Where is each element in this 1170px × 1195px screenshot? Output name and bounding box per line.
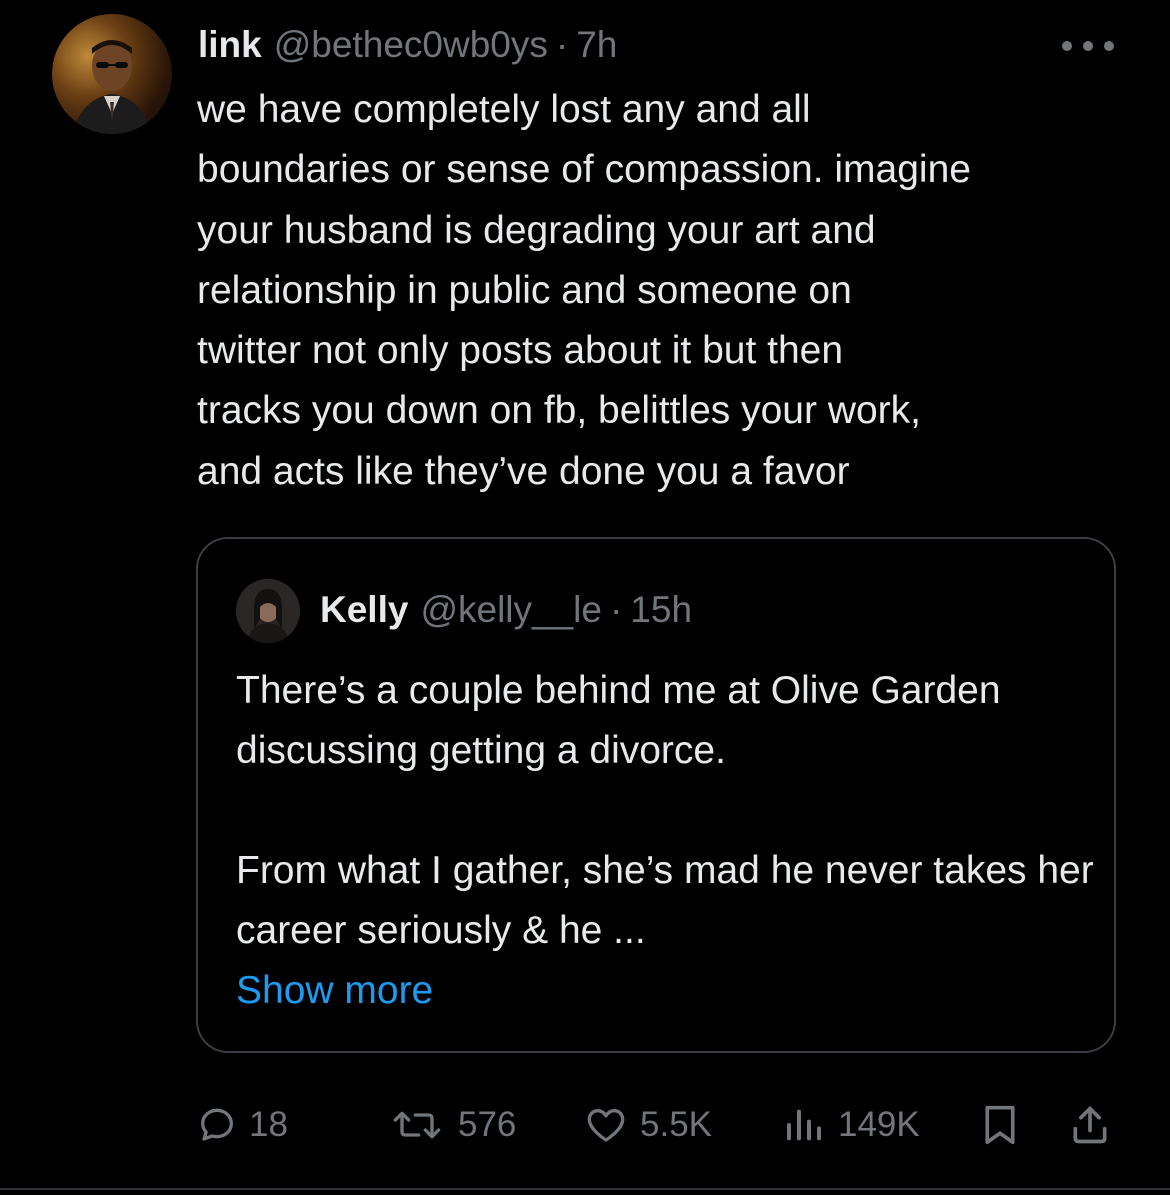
quoted-text-truncated: From what I gather, she’s mad he never t… bbox=[236, 849, 1094, 952]
more-dots-icon bbox=[1062, 41, 1072, 51]
quoted-header-separator: · bbox=[609, 589, 623, 630]
heart-icon bbox=[587, 1109, 625, 1142]
author-avatar[interactable] bbox=[52, 14, 172, 134]
tweet-divider bbox=[0, 1188, 1170, 1190]
like-count: 5.5K bbox=[640, 1105, 712, 1144]
quoted-author-handle: @kelly__le bbox=[420, 589, 602, 630]
quoted-author-name: Kelly bbox=[320, 589, 409, 630]
repost-arrows-icon bbox=[393, 1111, 441, 1139]
views-button[interactable]: 149K bbox=[782, 1090, 920, 1160]
quoted-text-paragraph: There’s a couple behind me at Olive Gard… bbox=[236, 669, 1001, 772]
quoted-author-avatar[interactable] bbox=[236, 579, 300, 643]
quoted-tweet-timestamp: 15h bbox=[630, 589, 693, 630]
tweet-text: we have completely lost any and all boun… bbox=[197, 88, 971, 493]
author-handle[interactable]: @bethec0wb0ys bbox=[274, 22, 548, 68]
share-button[interactable] bbox=[1068, 1090, 1112, 1160]
show-more-link[interactable]: Show more bbox=[236, 961, 1096, 1021]
more-dots-icon bbox=[1104, 41, 1114, 51]
quoted-tweet-text: There’s a couple behind me at Olive Gard… bbox=[236, 661, 1096, 1021]
tweet-action-bar: 18 576 5.5K 149K bbox=[0, 1090, 1170, 1160]
view-count: 149K bbox=[838, 1105, 920, 1144]
quoted-tweet-header: Kelly @kelly__le · 15h bbox=[320, 587, 692, 633]
quoted-avatar-image bbox=[236, 579, 300, 643]
tweet[interactable]: link @bethec0wb0ys · 7h we have complete… bbox=[0, 0, 1170, 1195]
more-options-button[interactable] bbox=[1062, 36, 1114, 56]
bookmark-icon bbox=[985, 1105, 1015, 1145]
quoted-text-paragraph: From what I gather, she’s mad he never t… bbox=[236, 841, 1096, 1021]
quoted-tweet[interactable]: Kelly @kelly__le · 15h There’s a couple … bbox=[196, 537, 1116, 1053]
bar-chart-icon bbox=[787, 1109, 821, 1141]
repost-count: 576 bbox=[458, 1105, 517, 1144]
author-name[interactable]: link bbox=[198, 22, 262, 68]
tweet-timestamp[interactable]: 7h bbox=[576, 22, 617, 68]
header-separator: · bbox=[555, 24, 569, 65]
avatar-portrait-image bbox=[72, 40, 152, 134]
more-dots-icon bbox=[1083, 41, 1093, 51]
repost-button[interactable]: 576 bbox=[388, 1090, 516, 1160]
reply-bubble-icon bbox=[201, 1108, 233, 1141]
like-button[interactable]: 5.5K bbox=[584, 1090, 712, 1160]
bookmark-button[interactable] bbox=[980, 1090, 1020, 1160]
reply-button[interactable]: 18 bbox=[197, 1090, 288, 1160]
tweet-header: link @bethec0wb0ys · 7h bbox=[198, 22, 617, 68]
reply-count: 18 bbox=[249, 1105, 288, 1144]
share-upload-icon bbox=[1073, 1106, 1107, 1144]
